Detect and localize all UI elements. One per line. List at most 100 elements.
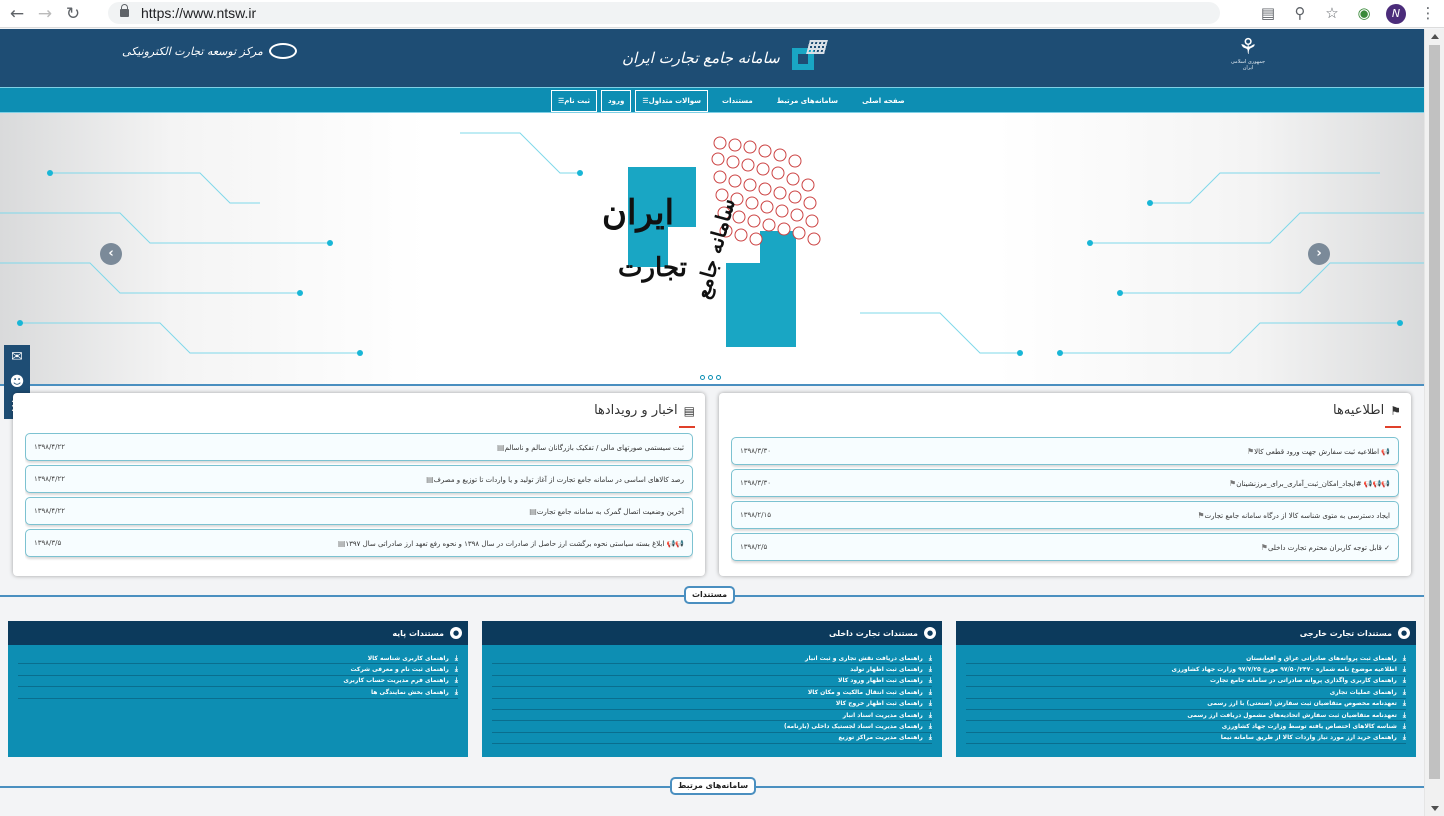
slider-dot[interactable]: [716, 375, 721, 380]
doc-link[interactable]: اطلاعیه موضوع نامه شماره ۹۷/۵۰/۲۴۷۰ مورخ…: [966, 664, 1406, 676]
doc-link[interactable]: راهنمای فرم مدیریت حساب کاربری ⤓: [18, 676, 458, 688]
news-date: ۱۳۹۸/۴/۲۲: [34, 443, 66, 451]
doc-link[interactable]: راهنمای عملیات تجاری ⤓: [966, 687, 1406, 699]
notice-item[interactable]: ۱۳۹۸/۳/۳۰ 📢 اطلاعیه ثبت سفارش جهت ورود ق…: [731, 437, 1399, 465]
notice-text: 📢 اطلاعیه ثبت سفارش جهت ورود قطعی کالا⚑: [1246, 446, 1390, 456]
doc-link[interactable]: راهنمای کاربری شناسه کالا ⤓: [18, 653, 458, 665]
notices-title: اطلاعیه‌ها: [1333, 403, 1385, 418]
scroll-down-icon[interactable]: [1431, 806, 1439, 811]
news-item[interactable]: ۱۳۹۸/۴/۲۲ رصد کالاهای اساسی در سامانه جا…: [25, 465, 693, 493]
doc-link[interactable]: راهنمای مدیریت مراکز توزیع ⤓: [492, 733, 932, 745]
news-title: اخبار و رویدادها: [594, 403, 678, 418]
doc-link[interactable]: راهنمای ثبت انتقال مالکیت و مکان کالا ⤓: [492, 687, 932, 699]
extension-icon[interactable]: ◉: [1348, 4, 1380, 22]
nav-home[interactable]: صفحه اصلی: [850, 89, 917, 113]
download-icon: ⤓: [928, 710, 932, 719]
page-scrollbar[interactable]: [1424, 29, 1444, 816]
notices-panel: ⚑ اطلاعیه‌ها ۱۳۹۸/۳/۳۰ 📢 اطلاعیه ثبت سفا…: [719, 393, 1411, 576]
docs-bullet-icon: ●: [924, 627, 936, 639]
ecenter-label: مرکز توسعه تجارت الکترونیکی: [122, 44, 263, 58]
notice-item[interactable]: ۱۳۹۸/۲/۱۵ ایجاد دسترسی به متوی شناسه کال…: [731, 501, 1399, 529]
main-nav: صفحه اصلی سامانه‌های مرتبط مستندات ☰سوال…: [0, 87, 1424, 113]
notices-header: ⚑ اطلاعیه‌ها: [1333, 403, 1401, 418]
support-icon[interactable]: ☻: [10, 374, 25, 390]
menu-icon[interactable]: ⋮: [1412, 4, 1444, 22]
documents-section-title: مستندات: [684, 586, 736, 604]
nav-faq[interactable]: ☰سوالات متداول: [635, 90, 709, 112]
doc-link[interactable]: راهنمای مدیریت اسناد انبار ⤓: [492, 710, 932, 722]
news-item[interactable]: ۱۳۹۸/۳/۵ 📢📢 ابلاغ بسته سیاستی نحوه برگشت…: [25, 529, 693, 557]
news-text: رصد کالاهای اساسی در سامانه جامع تجارت ا…: [426, 474, 684, 484]
doc-link[interactable]: راهنمای کاربری واگذاری پروانه صادراتی در…: [966, 676, 1406, 688]
news-title-underline: [679, 426, 695, 428]
doc-link[interactable]: راهنمای ثبت پروانه‌های صادراتی عراق و اف…: [966, 653, 1406, 665]
slider-prev-button[interactable]: ‹: [100, 243, 122, 265]
docs-domestic-header: مستندات تجارت داخلی ●: [482, 621, 942, 645]
megaphone-icon: ⚑: [1390, 403, 1401, 418]
notices-title-underline: [1385, 426, 1401, 428]
iran-emblem[interactable]: ⚘ جمهوری اسلامی ایران: [1226, 37, 1270, 81]
download-icon: ⤓: [928, 733, 932, 742]
notice-text: ✓ قابل توجه کاربران محترم تجارت داخلی⚑: [1260, 542, 1390, 552]
notice-date: ۱۳۹۸/۳/۳۰: [740, 479, 772, 487]
reload-icon[interactable]: ↻: [62, 3, 84, 25]
news-list: ۱۳۹۸/۴/۲۲ ثبت سیستمی صورتهای مالی / تفکی…: [25, 433, 693, 569]
doc-link[interactable]: راهنمای مدیریت اسناد لجستیک داخلی (بارنا…: [492, 721, 932, 733]
news-item[interactable]: ۱۳۹۸/۴/۲۲ ثبت سیستمی صورتهای مالی / تفکی…: [25, 433, 693, 461]
site-brand[interactable]: سامانه جامع تجارت ایران: [622, 37, 828, 79]
brand-logo-icon: [788, 40, 828, 76]
forward-icon[interactable]: →: [34, 3, 56, 25]
doc-link[interactable]: راهنمای ثبت نام و معرفی شرکت ⤓: [18, 664, 458, 676]
scroll-up-icon[interactable]: [1431, 34, 1439, 39]
download-icon: ⤓: [454, 687, 458, 696]
back-icon[interactable]: ←: [6, 3, 28, 25]
doc-link[interactable]: تعهدنامه مخصوص متقاضیان ثبت سفارش (صنعتی…: [966, 699, 1406, 710]
nav-register[interactable]: ☰ثبت نام: [551, 90, 598, 112]
nav-login[interactable]: ورود: [601, 90, 632, 112]
download-icon: ⤓: [928, 699, 932, 708]
download-icon: ⤓: [454, 665, 458, 674]
profile-avatar[interactable]: N: [1380, 3, 1412, 24]
download-icon: ⤓: [1402, 676, 1406, 685]
hero-title-iran: ایران: [602, 193, 675, 233]
docs-foreign-card: مستندات تجارت خارجی ● راهنمای ثبت پروانه…: [956, 621, 1416, 757]
address-bar[interactable]: https://www.ntsw.ir: [108, 2, 1220, 24]
translate-icon[interactable]: ▤: [1252, 4, 1284, 22]
doc-link[interactable]: شناسه کالاهای اختصاص یافته توسط وزارت جه…: [966, 721, 1406, 733]
docs-domestic-list: راهنمای دریافت نقش تجاری و ثبت انبار ⤓ را…: [482, 645, 942, 745]
docs-base-title: مستندات پایه: [392, 628, 444, 638]
mail-icon[interactable]: ✉: [11, 349, 23, 365]
doc-link[interactable]: راهنمای ثبت اظهار ورود کالا ⤓: [492, 676, 932, 688]
doc-link[interactable]: راهنمای بخش نمایندگی ها ⤓: [18, 687, 458, 699]
news-text: ثبت سیستمی صورتهای مالی / تفکیک بازرگانا…: [497, 442, 684, 452]
doc-link[interactable]: راهنمای دریافت نقش تجاری و ثبت انبار ⤓: [492, 653, 932, 665]
emblem-subtitle: جمهوری اسلامی ایران: [1230, 59, 1266, 71]
newspaper-icon: ▤: [683, 403, 695, 418]
slider-next-button[interactable]: ›: [1308, 243, 1330, 265]
docs-domestic-card: مستندات تجارت داخلی ● راهنمای دریافت نقش…: [482, 621, 942, 757]
zoom-icon[interactable]: ⚲: [1284, 4, 1316, 22]
download-icon: ⤓: [454, 653, 458, 662]
news-text: 📢📢 ابلاغ بسته سیاستی نحوه برگشت ارز حاصل…: [337, 538, 684, 548]
scroll-thumb[interactable]: [1429, 45, 1440, 779]
related-section-title: سامانه‌های مرتبط: [670, 777, 757, 795]
notice-item[interactable]: ۱۳۹۸/۳/۳۰ 📢📢📢 #ایجاد_امکان_ثبت_آماری_برا…: [731, 469, 1399, 497]
download-icon: ⤓: [928, 653, 932, 662]
news-item[interactable]: ۱۳۹۸/۴/۲۲ آخرین وضعیت اتصال گمرک به ساما…: [25, 497, 693, 525]
nav-related-systems[interactable]: سامانه‌های مرتبط: [765, 89, 850, 113]
news-date: ۱۳۹۸/۳/۵: [34, 539, 62, 547]
news-date: ۱۳۹۸/۴/۲۲: [34, 507, 66, 515]
notice-item[interactable]: ۱۳۹۸/۲/۵ ✓ قابل توجه کاربران محترم تجارت…: [731, 533, 1399, 561]
slider-dot[interactable]: [708, 375, 713, 380]
doc-link[interactable]: راهنمای ثبت اظهار خروج کالا ⤓: [492, 699, 932, 710]
doc-link[interactable]: راهنمای ثبت اظهار تولید ⤓: [492, 664, 932, 676]
nav-documents[interactable]: مستندات: [710, 89, 765, 113]
news-header: ▤ اخبار و رویدادها: [594, 403, 695, 418]
slider-dot[interactable]: [700, 375, 705, 380]
star-icon[interactable]: ☆: [1316, 4, 1348, 22]
hero-artwork: ایران تجارت سامانه جامع: [600, 135, 832, 371]
doc-link[interactable]: تعهدنامه متقاضیان ثبت سفارش اتحادیه‌های …: [966, 710, 1406, 722]
ecenter-logo[interactable]: مرکز توسعه تجارت الکترونیکی: [122, 43, 297, 59]
doc-link[interactable]: راهنمای خرید ارز مورد نیاز واردات کالا ا…: [966, 733, 1406, 745]
docs-foreign-header: مستندات تجارت خارجی ●: [956, 621, 1416, 645]
